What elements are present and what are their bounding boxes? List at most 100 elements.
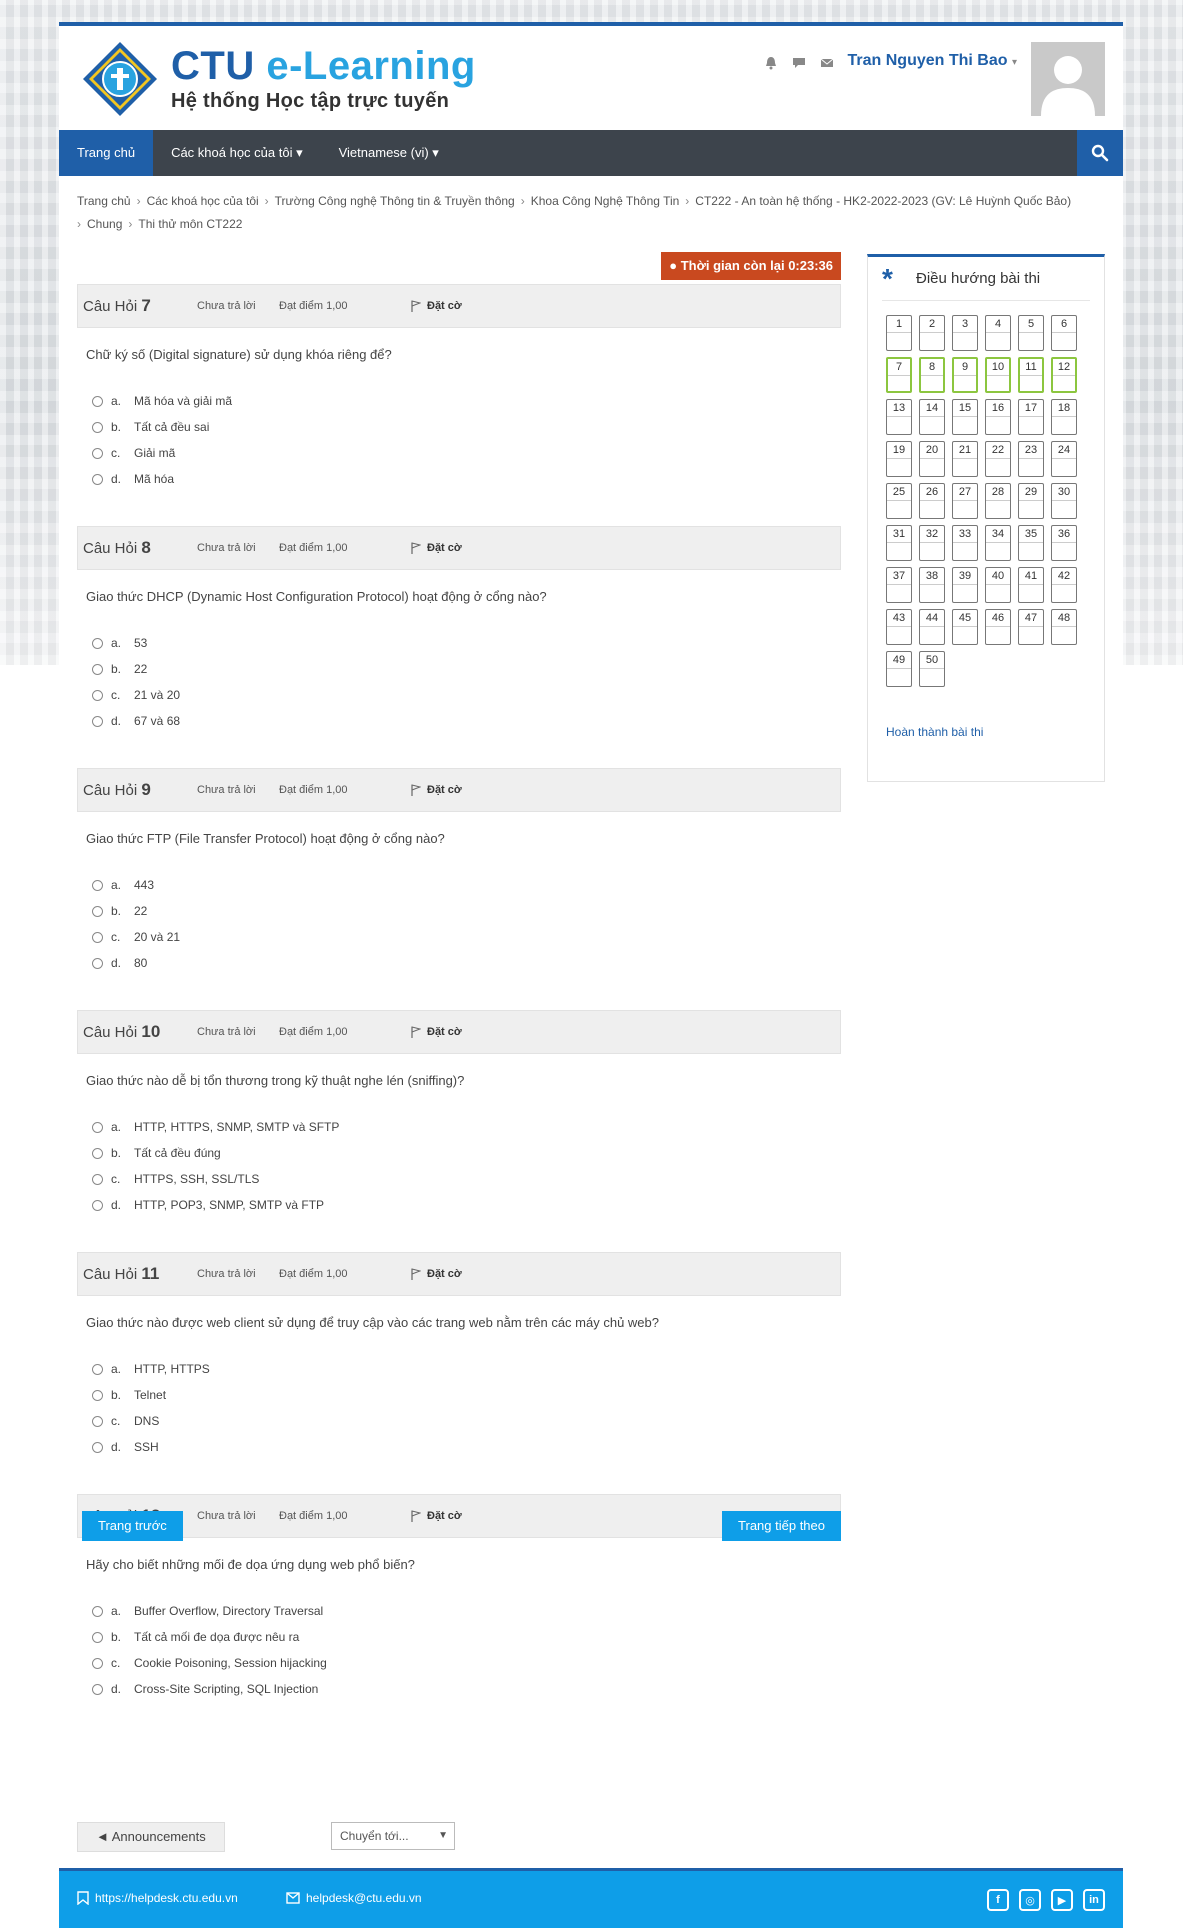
- question-nav-button[interactable]: 44: [919, 609, 945, 645]
- answer-option[interactable]: a. Buffer Overflow, Directory Traversal: [92, 1598, 841, 1624]
- answer-option[interactable]: d. SSH: [92, 1434, 841, 1460]
- question-nav-button[interactable]: 31: [886, 525, 912, 561]
- nav-my-courses[interactable]: Các khoá học của tôi ▾: [153, 130, 321, 176]
- flag-question-button[interactable]: Đặt cờ: [411, 784, 462, 796]
- question-nav-button[interactable]: 29: [1018, 483, 1044, 519]
- answer-option[interactable]: c. Giải mã: [92, 440, 841, 466]
- question-nav-button[interactable]: 50: [919, 651, 945, 687]
- nav-home[interactable]: Trang chủ: [59, 130, 154, 176]
- bell-icon[interactable]: [764, 56, 778, 70]
- question-nav-button[interactable]: 6: [1051, 315, 1077, 351]
- question-nav-button[interactable]: 11: [1018, 357, 1044, 393]
- answer-option[interactable]: b. Tất cả đều sai: [92, 414, 841, 440]
- radio-button[interactable]: [92, 1147, 103, 1159]
- question-nav-button[interactable]: 14: [919, 399, 945, 435]
- radio-button[interactable]: [92, 879, 103, 891]
- question-nav-button[interactable]: 42: [1051, 567, 1077, 603]
- radio-button[interactable]: [92, 715, 103, 727]
- question-nav-button[interactable]: 17: [1018, 399, 1044, 435]
- question-nav-button[interactable]: 21: [952, 441, 978, 477]
- question-nav-button[interactable]: 27: [952, 483, 978, 519]
- answer-option[interactable]: b. 22: [92, 898, 841, 924]
- flag-question-button[interactable]: Đặt cờ: [411, 1268, 462, 1280]
- ctu-seal-logo-icon[interactable]: [81, 40, 159, 118]
- question-nav-button[interactable]: 20: [919, 441, 945, 477]
- radio-button[interactable]: [92, 447, 103, 459]
- question-nav-button[interactable]: 12: [1051, 357, 1077, 393]
- question-nav-button[interactable]: 40: [985, 567, 1011, 603]
- answer-option[interactable]: c. 20 và 21: [92, 924, 841, 950]
- question-nav-button[interactable]: 32: [919, 525, 945, 561]
- answer-option[interactable]: d. 67 và 68: [92, 708, 841, 734]
- question-nav-button[interactable]: 30: [1051, 483, 1077, 519]
- instagram-icon[interactable]: ◎: [1019, 1889, 1041, 1911]
- flag-question-button[interactable]: Đặt cờ: [411, 1026, 462, 1038]
- question-nav-button[interactable]: 19: [886, 441, 912, 477]
- question-nav-button[interactable]: 41: [1018, 567, 1044, 603]
- radio-button[interactable]: [92, 637, 103, 649]
- answer-option[interactable]: c. HTTPS, SSH, SSL/TLS: [92, 1166, 841, 1192]
- radio-button[interactable]: [92, 931, 103, 943]
- question-nav-button[interactable]: 8: [919, 357, 945, 393]
- question-nav-button[interactable]: 5: [1018, 315, 1044, 351]
- question-nav-button[interactable]: 10: [985, 357, 1011, 393]
- chat-icon[interactable]: [792, 56, 806, 70]
- question-nav-button[interactable]: 23: [1018, 441, 1044, 477]
- radio-button[interactable]: [92, 1173, 103, 1185]
- radio-button[interactable]: [92, 1415, 103, 1427]
- jump-to-select[interactable]: Chuyển tới... ▼: [331, 1822, 455, 1850]
- breadcrumb-item[interactable]: Trang chủ: [77, 194, 131, 208]
- question-nav-button[interactable]: 43: [886, 609, 912, 645]
- question-nav-button[interactable]: 37: [886, 567, 912, 603]
- flag-question-button[interactable]: Đặt cờ: [411, 300, 462, 312]
- answer-option[interactable]: d. Cross-Site Scripting, SQL Injection: [92, 1676, 841, 1702]
- question-nav-button[interactable]: 13: [886, 399, 912, 435]
- radio-button[interactable]: [92, 1657, 103, 1669]
- breadcrumb-item[interactable]: Thi thử môn CT222: [138, 217, 242, 231]
- radio-button[interactable]: [92, 1389, 103, 1401]
- radio-button[interactable]: [92, 663, 103, 675]
- user-name-dropdown[interactable]: Tran Nguyen Thi Bao ▾: [848, 52, 1018, 70]
- question-nav-button[interactable]: 18: [1051, 399, 1077, 435]
- radio-button[interactable]: [92, 1199, 103, 1211]
- radio-button[interactable]: [92, 1605, 103, 1617]
- question-nav-button[interactable]: 46: [985, 609, 1011, 645]
- breadcrumb-item[interactable]: Chung: [87, 217, 122, 231]
- email-link[interactable]: helpdesk@ctu.edu.vn: [286, 1891, 422, 1905]
- radio-button[interactable]: [92, 1683, 103, 1695]
- radio-button[interactable]: [92, 957, 103, 969]
- answer-option[interactable]: b. 22: [92, 656, 841, 682]
- question-nav-button[interactable]: 49: [886, 651, 912, 687]
- question-nav-button[interactable]: 47: [1018, 609, 1044, 645]
- answer-option[interactable]: b. Tất cả đều đúng: [92, 1140, 841, 1166]
- question-nav-button[interactable]: 3: [952, 315, 978, 351]
- radio-button[interactable]: [92, 421, 103, 433]
- question-nav-button[interactable]: 33: [952, 525, 978, 561]
- radio-button[interactable]: [92, 905, 103, 917]
- answer-option[interactable]: a. HTTP, HTTPS: [92, 1356, 841, 1382]
- answer-option[interactable]: d. 80: [92, 950, 841, 976]
- answer-option[interactable]: c. DNS: [92, 1408, 841, 1434]
- answer-option[interactable]: d. HTTP, POP3, SNMP, SMTP và FTP: [92, 1192, 841, 1218]
- question-nav-button[interactable]: 2: [919, 315, 945, 351]
- nav-language[interactable]: Vietnamese (vi) ▾: [321, 130, 457, 176]
- helpdesk-link[interactable]: https://helpdesk.ctu.edu.vn: [77, 1891, 238, 1905]
- radio-button[interactable]: [92, 1363, 103, 1375]
- answer-option[interactable]: a. HTTP, HTTPS, SNMP, SMTP và SFTP: [92, 1114, 841, 1140]
- answer-option[interactable]: c. 21 và 20: [92, 682, 841, 708]
- question-nav-button[interactable]: 35: [1018, 525, 1044, 561]
- finish-attempt-link[interactable]: Hoàn thành bài thi: [886, 725, 983, 739]
- question-nav-button[interactable]: 24: [1051, 441, 1077, 477]
- answer-option[interactable]: d. Mã hóa: [92, 466, 841, 492]
- radio-button[interactable]: [92, 1631, 103, 1643]
- question-nav-button[interactable]: 48: [1051, 609, 1077, 645]
- question-nav-button[interactable]: 16: [985, 399, 1011, 435]
- question-nav-button[interactable]: 25: [886, 483, 912, 519]
- answer-option[interactable]: a. 443: [92, 872, 841, 898]
- linkedin-icon[interactable]: in: [1083, 1889, 1105, 1911]
- breadcrumb-item[interactable]: Các khoá học của tôi: [147, 194, 259, 208]
- question-nav-button[interactable]: 39: [952, 567, 978, 603]
- question-nav-button[interactable]: 36: [1051, 525, 1077, 561]
- prev-page-button[interactable]: Trang trước: [82, 1511, 183, 1541]
- breadcrumb-item[interactable]: Trường Công nghệ Thông tin & Truyền thôn…: [275, 194, 515, 208]
